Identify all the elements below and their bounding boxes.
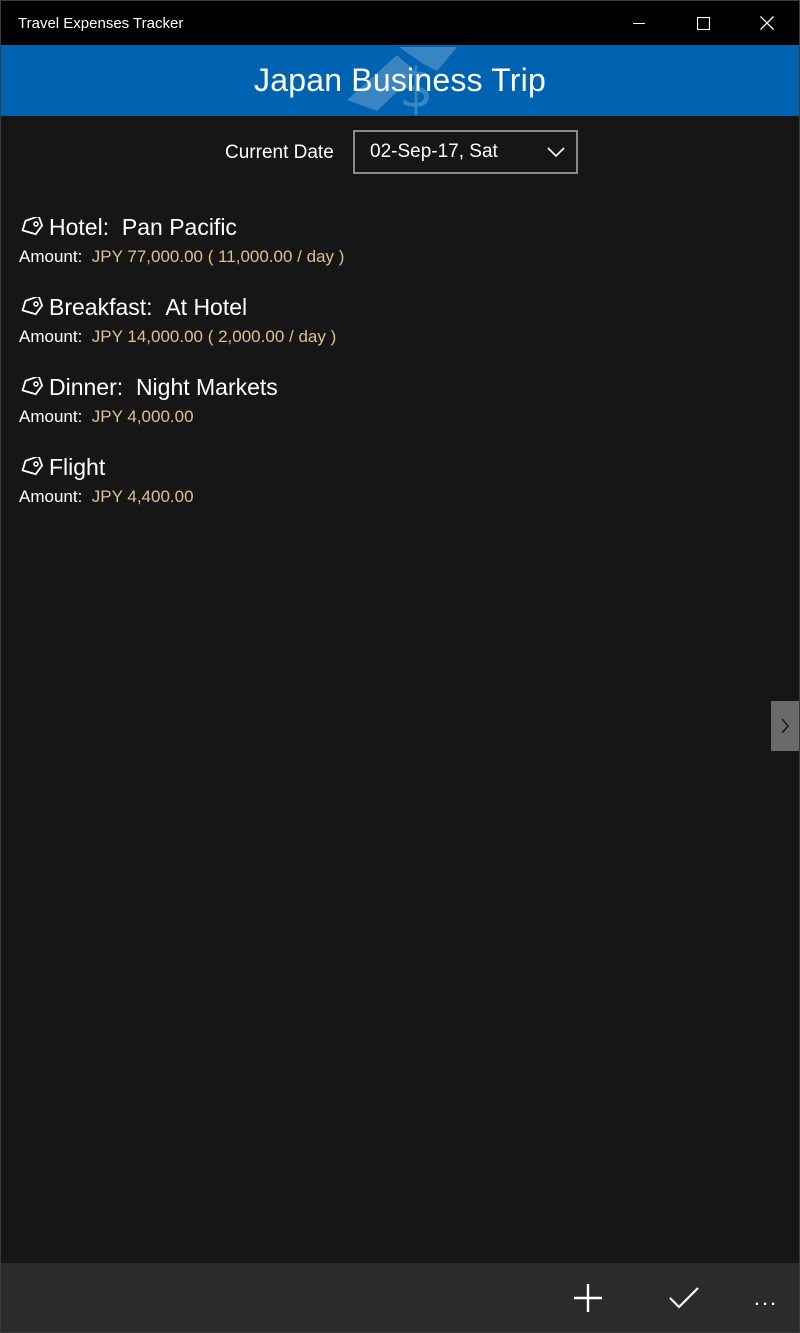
- chevron-right-icon: [781, 718, 790, 734]
- expense-item[interactable]: Hotel: Pan Pacific Amount: JPY 77,000.00…: [19, 211, 759, 291]
- amount-value: JPY 14,000.00 ( 2,000.00 / day ): [91, 327, 337, 346]
- expense-item[interactable]: Breakfast: At Hotel Amount: JPY 14,000.0…: [19, 291, 759, 371]
- amount-value: JPY 4,400.00: [91, 487, 194, 506]
- expense-category: Breakfast: [49, 293, 147, 320]
- expense-detail: Pan Pacific: [121, 213, 237, 240]
- current-date-label: Current Date: [225, 142, 334, 163]
- accept-button[interactable]: [654, 1263, 714, 1332]
- page-title: Japan Business Trip: [254, 62, 546, 98]
- minimize-icon: [633, 23, 645, 24]
- expense-amount-row: Amount: JPY 77,000.00 ( 11,000.00 / day …: [19, 247, 759, 267]
- close-button[interactable]: [735, 1, 799, 45]
- page-header: $ Japan Business Trip: [1, 45, 799, 116]
- expense-list: Hotel: Pan Pacific Amount: JPY 77,000.00…: [19, 211, 759, 531]
- checkmark-icon: [669, 1286, 699, 1309]
- amount-label: Amount:: [19, 487, 92, 506]
- more-icon: ...: [753, 1284, 779, 1310]
- title-bar: Travel Expenses Tracker: [1, 1, 799, 45]
- expense-amount-row: Amount: JPY 4,000.00: [19, 407, 759, 427]
- expense-amount-row: Amount: JPY 4,400.00: [19, 487, 759, 507]
- amount-label: Amount:: [19, 327, 92, 346]
- expense-category: Dinner: [49, 373, 117, 400]
- close-icon: [760, 16, 774, 30]
- app-title: Travel Expenses Tracker: [18, 14, 184, 32]
- minimize-button[interactable]: [607, 1, 671, 45]
- amount-label: Amount:: [19, 407, 92, 426]
- current-date-value: 02-Sep-17, Sat: [370, 141, 498, 162]
- chevron-down-icon: [536, 147, 576, 157]
- expense-separator: :: [146, 293, 166, 320]
- expense-separator: :: [102, 213, 122, 240]
- current-date-dropdown[interactable]: 02-Sep-17, Sat: [353, 130, 578, 174]
- tag-icon: [19, 297, 49, 317]
- date-row: Current Date 02-Sep-17, Sat: [1, 130, 799, 174]
- tag-icon: [19, 377, 49, 397]
- expense-category: Flight: [49, 453, 106, 480]
- expense-category: Hotel: [49, 213, 103, 240]
- expense-detail: Night Markets: [135, 373, 278, 400]
- expense-item[interactable]: Dinner: Night Markets Amount: JPY 4,000.…: [19, 371, 759, 451]
- add-expense-button[interactable]: [558, 1263, 618, 1332]
- add-icon: [574, 1283, 602, 1312]
- maximize-icon: [696, 16, 710, 30]
- expense-detail: At Hotel: [165, 293, 248, 320]
- app-window: Travel Expenses Tracker $ Japan Business…: [0, 0, 800, 1333]
- maximize-button[interactable]: [671, 1, 735, 45]
- expand-pane-button[interactable]: [771, 701, 799, 751]
- command-bar: ...: [1, 1263, 799, 1332]
- more-button[interactable]: ...: [736, 1263, 796, 1332]
- expense-title: Dinner: Night Markets: [19, 371, 759, 403]
- amount-label: Amount:: [19, 247, 92, 266]
- expense-item[interactable]: Flight Amount: JPY 4,400.00: [19, 451, 759, 531]
- amount-value: JPY 4,000.00: [91, 407, 194, 426]
- tag-icon: [19, 457, 49, 477]
- expense-separator: :: [116, 373, 136, 400]
- tag-icon: [19, 217, 49, 237]
- expense-amount-row: Amount: JPY 14,000.00 ( 2,000.00 / day ): [19, 327, 759, 347]
- amount-value: JPY 77,000.00 ( 11,000.00 / day ): [91, 247, 345, 266]
- expense-title: Flight: [19, 451, 759, 483]
- expense-title: Hotel: Pan Pacific: [19, 211, 759, 243]
- expense-title: Breakfast: At Hotel: [19, 291, 759, 323]
